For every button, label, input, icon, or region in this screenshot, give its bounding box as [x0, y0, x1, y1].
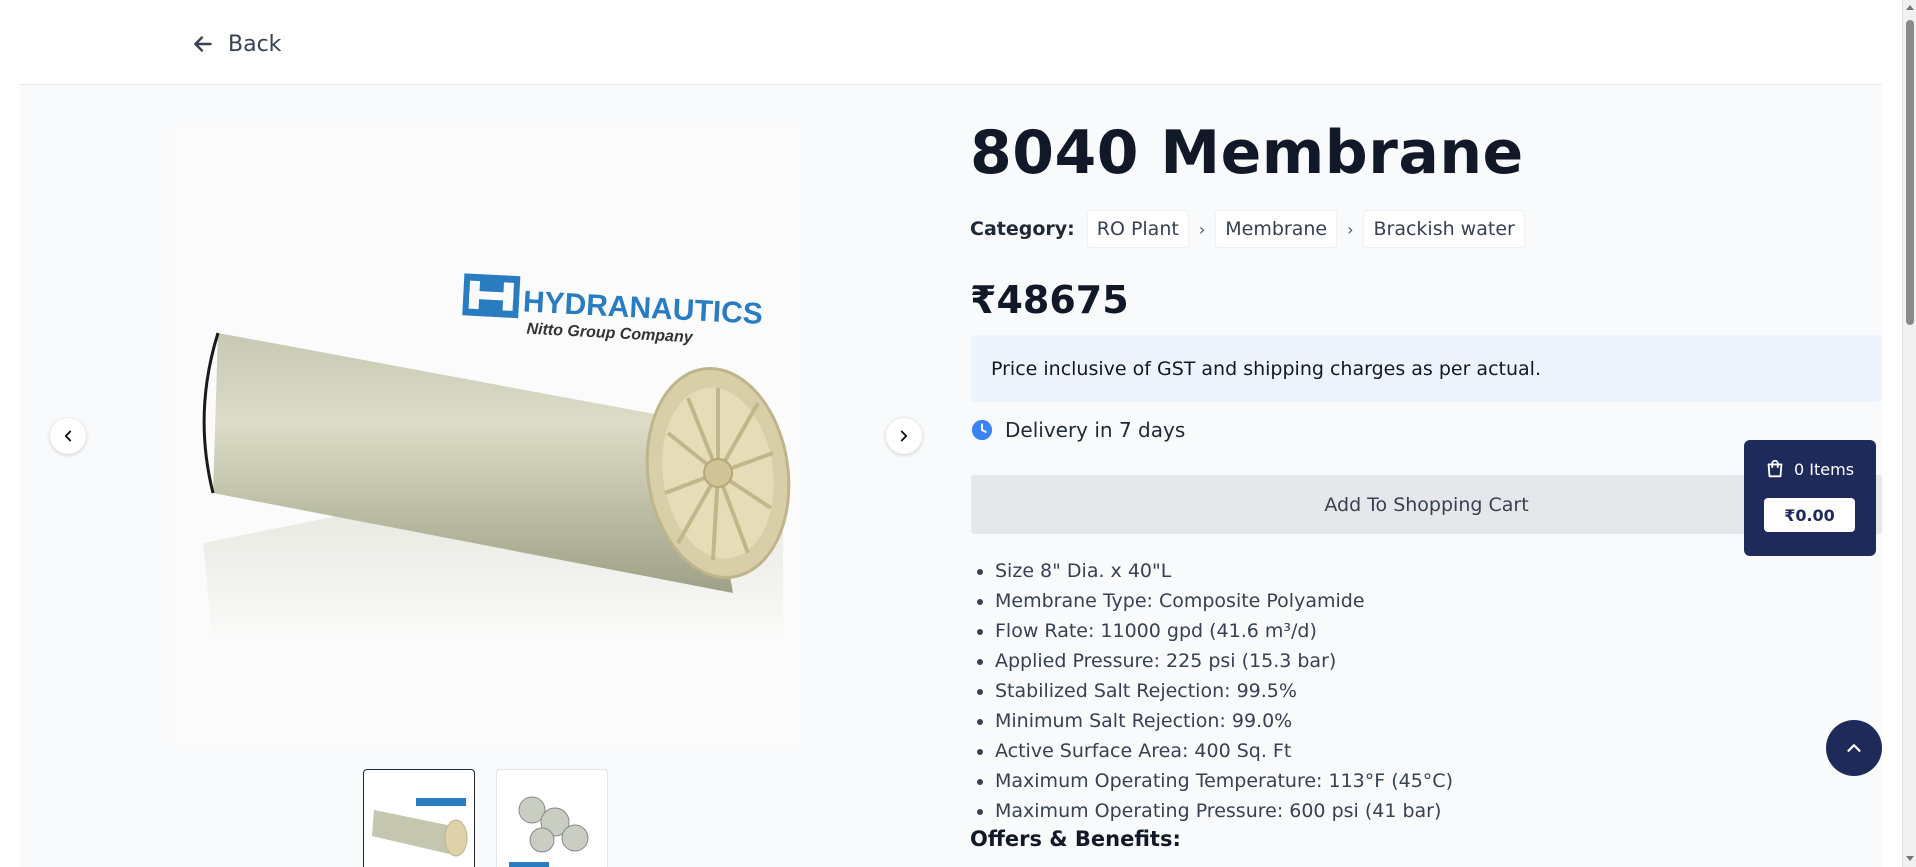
- spec-item: Minimum Salt Rejection: 99.0%: [995, 706, 1453, 736]
- offers-heading: Offers & Benefits:: [970, 827, 1181, 851]
- cart-items-count: 0 Items: [1794, 459, 1855, 479]
- membrane-thumbnail-image: [372, 798, 468, 857]
- category-chip-brackish-water[interactable]: Brackish water: [1363, 210, 1525, 248]
- product-title: 8040 Membrane: [970, 118, 1524, 188]
- scrollbar-thumb[interactable]: [1906, 20, 1914, 325]
- arrow-left-icon: [194, 36, 212, 52]
- category-breadcrumb: Category: RO Plant › Membrane › Brackish…: [970, 209, 1525, 249]
- shopping-bag-icon: [1767, 459, 1783, 478]
- membrane-image: HYDRANAUTICS Nitto Group Company: [202, 273, 791, 643]
- spec-item: Active Surface Area: 400 Sq. Ft: [995, 736, 1453, 766]
- delivery-text: Delivery in 7 days: [1005, 418, 1186, 442]
- spec-item: Applied Pressure: 225 psi (15.3 bar): [995, 646, 1453, 676]
- spec-list: Size 8" Dia. x 40"L Membrane Type: Compo…: [995, 556, 1453, 826]
- price-notice-text: Price inclusive of GST and shipping char…: [991, 357, 1541, 380]
- category-chip-membrane[interactable]: Membrane: [1215, 210, 1338, 248]
- clock-icon: [971, 419, 993, 441]
- scroll-down-arrow-icon[interactable]: [1906, 856, 1914, 861]
- thumbnail-2[interactable]: [496, 769, 608, 867]
- spec-item: Flow Rate: 11000 gpd (41.6 m³/d): [995, 616, 1453, 646]
- chevron-up-icon: [1847, 744, 1861, 752]
- chevron-left-icon: [64, 430, 72, 442]
- spec-item: Membrane Type: Composite Polyamide: [995, 586, 1453, 616]
- page-scrollbar[interactable]: [1902, 0, 1916, 867]
- cart-items-row: 0 Items: [1764, 458, 1856, 480]
- product-main-image: HYDRANAUTICS Nitto Group Company: [173, 123, 799, 748]
- scroll-up-arrow-icon[interactable]: [1906, 5, 1914, 10]
- chevron-right-icon: ›: [1198, 219, 1206, 239]
- previous-image-button[interactable]: [50, 418, 86, 454]
- product-page: Back HYDRANAUTICS Nitto Group Company 80…: [20, 0, 1882, 867]
- chevron-right-icon: [900, 430, 908, 442]
- thumbnail-1[interactable]: [363, 769, 475, 867]
- top-bar: Back: [20, 0, 1882, 85]
- category-label: Category:: [970, 218, 1075, 240]
- spec-item: Maximum Operating Pressure: 600 psi (41 …: [995, 796, 1453, 826]
- membrane-thumbnail-image: [509, 796, 589, 867]
- chevron-right-icon: ›: [1347, 219, 1354, 239]
- category-chip-ro-plant[interactable]: RO Plant: [1086, 210, 1189, 248]
- back-label: Back: [228, 31, 282, 57]
- scroll-to-top-button[interactable]: [1826, 720, 1882, 776]
- spec-item: Size 8" Dia. x 40"L: [995, 556, 1453, 586]
- spec-item: Stabilized Salt Rejection: 99.5%: [995, 676, 1453, 706]
- mini-cart[interactable]: 0 Items ₹0.00: [1744, 440, 1876, 556]
- back-button[interactable]: Back: [190, 27, 281, 61]
- price-notice: Price inclusive of GST and shipping char…: [971, 335, 1882, 402]
- next-image-button[interactable]: [886, 418, 922, 454]
- delivery-info: Delivery in 7 days: [971, 418, 1185, 442]
- spec-item: Maximum Operating Temperature: 113°F (45…: [995, 766, 1453, 796]
- product-price: ₹48675: [970, 278, 1129, 322]
- cart-total: ₹0.00: [1764, 498, 1855, 532]
